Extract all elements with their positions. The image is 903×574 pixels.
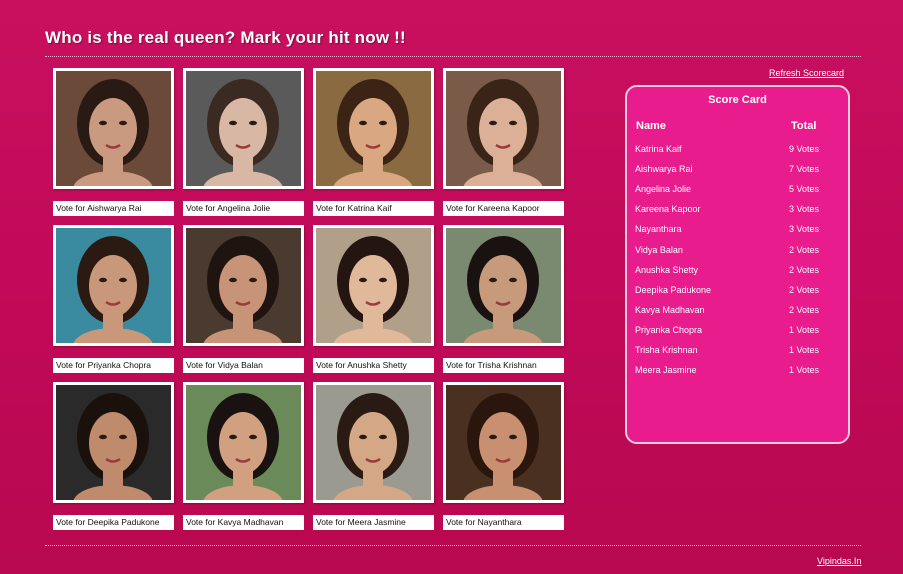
vote-button[interactable]: Vote for Priyanka Chopra bbox=[53, 358, 174, 373]
top-divider bbox=[45, 56, 861, 57]
vote-button[interactable]: Vote for Meera Jasmine bbox=[313, 515, 434, 530]
portrait-image bbox=[186, 385, 301, 500]
scorecard-header-name: Name bbox=[636, 120, 666, 132]
scorecard-panel: Score Card Name Total Katrina Kaif 9 Vote… bbox=[625, 85, 850, 444]
scorecard-name: Trisha Krishnan bbox=[635, 345, 698, 355]
scorecard-votes: 2 Votes bbox=[789, 284, 820, 295]
portrait-image bbox=[316, 71, 431, 186]
portrait-image bbox=[56, 71, 171, 186]
scorecard-votes: 2 Votes bbox=[789, 264, 820, 275]
scorecard-name: Priyanka Chopra bbox=[635, 324, 703, 335]
scorecard-votes: 2 Votes bbox=[789, 304, 820, 315]
portrait-image bbox=[56, 228, 171, 343]
vote-button[interactable]: Vote for Katrina Kaif bbox=[313, 201, 434, 216]
scorecard-name: Aishwarya Rai bbox=[635, 164, 693, 175]
scorecard-row: Meera Jasmine 1 Votes bbox=[627, 365, 848, 385]
portrait-photo[interactable] bbox=[183, 68, 304, 189]
portrait-photo[interactable] bbox=[183, 382, 304, 503]
scorecard-row: Katrina Kaif 9 Votes bbox=[627, 144, 848, 164]
scorecard-title: Score Card bbox=[708, 94, 767, 106]
scorecard-name: Vidya Balan bbox=[635, 244, 683, 255]
scorecard-name: Kareena Kapoor bbox=[635, 204, 701, 215]
vote-button[interactable]: Vote for Angelina Jolie bbox=[183, 201, 304, 216]
portrait-image bbox=[446, 228, 561, 343]
scorecard-row: Trisha Krishnan 1 Votes bbox=[627, 345, 848, 365]
scorecard-name: Nayanthara bbox=[635, 224, 682, 235]
scorecard-name: Anushka Shetty bbox=[635, 264, 699, 275]
scorecard-row: Nayanthara 3 Votes bbox=[627, 224, 848, 244]
scorecard-votes: 1 Votes bbox=[789, 324, 820, 335]
scorecard-row: Vidya Balan 2 Votes bbox=[627, 245, 848, 265]
portrait-photo[interactable] bbox=[443, 225, 564, 346]
scorecard-row: Kareena Kapoor 3 Votes bbox=[627, 204, 848, 224]
scorecard-votes: 1 Votes bbox=[789, 365, 820, 376]
portrait-photo[interactable] bbox=[313, 225, 434, 346]
portrait-image bbox=[56, 385, 171, 500]
scorecard-name: Katrina Kaif bbox=[635, 144, 682, 154]
vote-button[interactable]: Vote for Vidya Balan bbox=[183, 358, 304, 373]
scorecard-row: Angelina Jolie 5 Votes bbox=[627, 184, 848, 204]
portrait-photo[interactable] bbox=[53, 382, 174, 503]
vote-button[interactable]: Vote for Kavya Madhavan bbox=[183, 515, 304, 530]
portrait-image bbox=[446, 71, 561, 186]
vote-button[interactable]: Vote for Anushka Shetty bbox=[313, 358, 434, 373]
scorecard-votes: 9 Votes bbox=[789, 144, 820, 154]
scorecard-row: Aishwarya Rai 7 Votes bbox=[627, 164, 848, 184]
scorecard-name: Deepika Padukone bbox=[635, 284, 712, 295]
scorecard-name: Kavya Madhavan bbox=[635, 304, 705, 315]
portrait-image bbox=[186, 228, 301, 343]
portrait-photo[interactable] bbox=[183, 225, 304, 346]
scorecard-name: Angelina Jolie bbox=[635, 184, 692, 195]
portrait-image bbox=[316, 228, 431, 343]
scorecard-votes: 2 Votes bbox=[789, 244, 820, 255]
portrait-photo[interactable] bbox=[313, 68, 434, 189]
portrait-photo[interactable] bbox=[443, 382, 564, 503]
scorecard-row: Kavya Madhavan 2 Votes bbox=[627, 305, 848, 325]
scorecard-votes: 5 Votes bbox=[789, 184, 820, 195]
portrait-image bbox=[446, 385, 561, 500]
portrait-photo[interactable] bbox=[313, 382, 434, 503]
portrait-photo[interactable] bbox=[53, 68, 174, 189]
portrait-photo[interactable] bbox=[53, 225, 174, 346]
scorecard-votes: 7 Votes bbox=[789, 164, 820, 175]
scorecard-votes: 3 Votes bbox=[789, 224, 820, 235]
scorecard-votes: 1 Votes bbox=[789, 345, 820, 355]
scorecard-row: Deepika Padukone 2 Votes bbox=[627, 285, 848, 305]
vote-button[interactable]: Vote for Aishwarya Rai bbox=[53, 201, 174, 216]
portrait-image bbox=[186, 71, 301, 186]
vote-button[interactable]: Vote for Kareena Kapoor bbox=[443, 201, 564, 216]
page-title: Who is the real queen? Mark your hit now… bbox=[45, 28, 406, 47]
scorecard-votes: 3 Votes bbox=[789, 204, 820, 215]
refresh-scorecard-link[interactable]: Refresh Scorecard bbox=[769, 68, 844, 78]
footer-site-link[interactable]: Vipindas.In bbox=[817, 556, 861, 566]
portrait-image bbox=[316, 385, 431, 500]
vote-button[interactable]: Vote for Nayanthara bbox=[443, 515, 564, 530]
vote-button[interactable]: Vote for Deepika Padukone bbox=[53, 515, 174, 530]
scorecard-header-total: Total bbox=[791, 120, 817, 132]
vote-button[interactable]: Vote for Trisha Krishnan bbox=[443, 358, 564, 373]
bottom-divider bbox=[45, 545, 861, 546]
scorecard-row: Anushka Shetty 2 Votes bbox=[627, 265, 848, 285]
scorecard-name: Meera Jasmine bbox=[635, 365, 697, 376]
portrait-photo[interactable] bbox=[443, 68, 564, 189]
scorecard-row: Priyanka Chopra 1 Votes bbox=[627, 325, 848, 345]
